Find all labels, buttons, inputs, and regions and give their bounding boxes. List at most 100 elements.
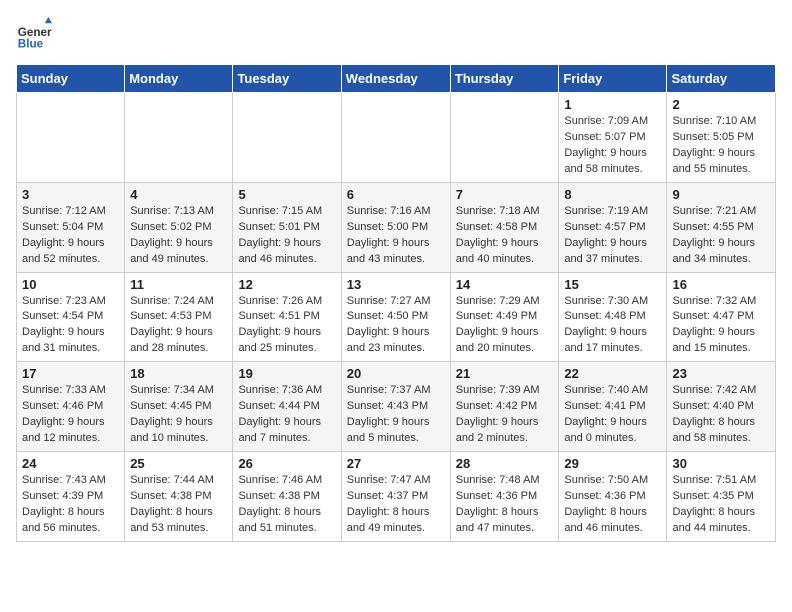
day-number: 27 [347, 456, 445, 471]
calendar-cell: 26 Sunrise: 7:46 AMSunset: 4:38 PMDayligh… [233, 452, 341, 542]
day-number: 8 [564, 187, 661, 202]
day-info: Sunrise: 7:40 AMSunset: 4:41 PMDaylight:… [564, 383, 661, 447]
calendar-header-saturday: Saturday [667, 65, 776, 93]
calendar-cell: 17 Sunrise: 7:33 AMSunset: 4:46 PMDayligh… [17, 362, 125, 452]
calendar-cell: 16 Sunrise: 7:32 AMSunset: 4:47 PMDayligh… [667, 272, 776, 362]
calendar-cell: 23 Sunrise: 7:42 AMSunset: 4:40 PMDayligh… [667, 362, 776, 452]
calendar-header-thursday: Thursday [450, 65, 559, 93]
day-info: Sunrise: 7:36 AMSunset: 4:44 PMDaylight:… [238, 383, 335, 447]
day-number: 14 [456, 277, 554, 292]
calendar-header-sunday: Sunday [17, 65, 125, 93]
calendar-header-wednesday: Wednesday [341, 65, 450, 93]
calendar-cell: 29 Sunrise: 7:50 AMSunset: 4:36 PMDayligh… [559, 452, 667, 542]
calendar-table: SundayMondayTuesdayWednesdayThursdayFrid… [16, 64, 776, 542]
calendar-week-2: 3 Sunrise: 7:12 AMSunset: 5:04 PMDaylight… [17, 182, 776, 272]
day-info: Sunrise: 7:21 AMSunset: 4:55 PMDaylight:… [672, 204, 770, 268]
day-number: 24 [22, 456, 119, 471]
calendar-week-1: 1Sunrise: 7:09 AMSunset: 5:07 PMDaylight… [17, 93, 776, 183]
calendar-cell: 7 Sunrise: 7:18 AMSunset: 4:58 PMDaylight… [450, 182, 559, 272]
day-number: 21 [456, 366, 554, 381]
calendar-week-3: 10 Sunrise: 7:23 AMSunset: 4:54 PMDayligh… [17, 272, 776, 362]
day-info: Sunrise: 7:12 AMSunset: 5:04 PMDaylight:… [22, 204, 119, 268]
calendar-cell: 20Sunrise: 7:37 AMSunset: 4:43 PMDayligh… [341, 362, 450, 452]
calendar-cell: 27 Sunrise: 7:47 AMSunset: 4:37 PMDayligh… [341, 452, 450, 542]
day-number: 25 [130, 456, 227, 471]
day-number: 9 [672, 187, 770, 202]
day-number: 18 [130, 366, 227, 381]
day-info: Sunrise: 7:46 AMSunset: 4:38 PMDaylight:… [238, 473, 335, 537]
calendar-cell: 12Sunrise: 7:26 AMSunset: 4:51 PMDayligh… [233, 272, 341, 362]
day-info: Sunrise: 7:39 AMSunset: 4:42 PMDaylight:… [456, 383, 554, 447]
day-info: Sunrise: 7:18 AMSunset: 4:58 PMDaylight:… [456, 204, 554, 268]
day-info: Sunrise: 7:51 AMSunset: 4:35 PMDaylight:… [672, 473, 770, 537]
day-number: 5 [238, 187, 335, 202]
day-number: 13 [347, 277, 445, 292]
day-number: 10 [22, 277, 119, 292]
day-info: Sunrise: 7:26 AMSunset: 4:51 PMDaylight:… [238, 294, 335, 358]
day-number: 2 [672, 97, 770, 112]
day-number: 4 [130, 187, 227, 202]
day-number: 28 [456, 456, 554, 471]
day-info: Sunrise: 7:47 AMSunset: 4:37 PMDaylight:… [347, 473, 445, 537]
calendar-header-tuesday: Tuesday [233, 65, 341, 93]
day-number: 7 [456, 187, 554, 202]
day-info: Sunrise: 7:09 AMSunset: 5:07 PMDaylight:… [564, 114, 661, 178]
day-info: Sunrise: 7:37 AMSunset: 4:43 PMDaylight:… [347, 383, 445, 447]
day-info: Sunrise: 7:50 AMSunset: 4:36 PMDaylight:… [564, 473, 661, 537]
day-info: Sunrise: 7:10 AMSunset: 5:05 PMDaylight:… [672, 114, 770, 178]
day-info: Sunrise: 7:42 AMSunset: 4:40 PMDaylight:… [672, 383, 770, 447]
day-number: 23 [672, 366, 770, 381]
day-number: 6 [347, 187, 445, 202]
calendar-cell: 25Sunrise: 7:44 AMSunset: 4:38 PMDayligh… [125, 452, 233, 542]
day-number: 16 [672, 277, 770, 292]
day-info: Sunrise: 7:48 AMSunset: 4:36 PMDaylight:… [456, 473, 554, 537]
day-info: Sunrise: 7:33 AMSunset: 4:46 PMDaylight:… [22, 383, 119, 447]
day-info: Sunrise: 7:34 AMSunset: 4:45 PMDaylight:… [130, 383, 227, 447]
calendar-cell: 30 Sunrise: 7:51 AMSunset: 4:35 PMDayligh… [667, 452, 776, 542]
calendar-cell: 8 Sunrise: 7:19 AMSunset: 4:57 PMDaylight… [559, 182, 667, 272]
day-number: 11 [130, 277, 227, 292]
calendar-cell: 13 Sunrise: 7:27 AMSunset: 4:50 PMDayligh… [341, 272, 450, 362]
day-info: Sunrise: 7:15 AMSunset: 5:01 PMDaylight:… [238, 204, 335, 268]
calendar-cell [17, 93, 125, 183]
day-info: Sunrise: 7:43 AMSunset: 4:39 PMDaylight:… [22, 473, 119, 537]
day-number: 30 [672, 456, 770, 471]
calendar-cell: 11 Sunrise: 7:24 AMSunset: 4:53 PMDayligh… [125, 272, 233, 362]
calendar-cell: 10 Sunrise: 7:23 AMSunset: 4:54 PMDayligh… [17, 272, 125, 362]
calendar-cell: 22Sunrise: 7:40 AMSunset: 4:41 PMDayligh… [559, 362, 667, 452]
day-number: 19 [238, 366, 335, 381]
calendar-header-row: SundayMondayTuesdayWednesdayThursdayFrid… [17, 65, 776, 93]
day-info: Sunrise: 7:32 AMSunset: 4:47 PMDaylight:… [672, 294, 770, 358]
day-info: Sunrise: 7:23 AMSunset: 4:54 PMDaylight:… [22, 294, 119, 358]
page-header: General Blue [16, 16, 776, 52]
svg-text:Blue: Blue [18, 38, 44, 51]
calendar-cell: 6 Sunrise: 7:16 AMSunset: 5:00 PMDaylight… [341, 182, 450, 272]
calendar-cell [125, 93, 233, 183]
calendar-cell: 5 Sunrise: 7:15 AMSunset: 5:01 PMDaylight… [233, 182, 341, 272]
day-info: Sunrise: 7:16 AMSunset: 5:00 PMDaylight:… [347, 204, 445, 268]
day-info: Sunrise: 7:19 AMSunset: 4:57 PMDaylight:… [564, 204, 661, 268]
day-number: 26 [238, 456, 335, 471]
calendar-header-monday: Monday [125, 65, 233, 93]
logo-icon: General Blue [16, 16, 52, 52]
calendar-cell: 19 Sunrise: 7:36 AMSunset: 4:44 PMDayligh… [233, 362, 341, 452]
day-number: 15 [564, 277, 661, 292]
calendar-cell: 4Sunrise: 7:13 AMSunset: 5:02 PMDaylight… [125, 182, 233, 272]
calendar-body: 1Sunrise: 7:09 AMSunset: 5:07 PMDaylight… [17, 93, 776, 542]
day-number: 17 [22, 366, 119, 381]
day-info: Sunrise: 7:24 AMSunset: 4:53 PMDaylight:… [130, 294, 227, 358]
logo: General Blue [16, 16, 52, 52]
day-info: Sunrise: 7:29 AMSunset: 4:49 PMDaylight:… [456, 294, 554, 358]
day-info: Sunrise: 7:27 AMSunset: 4:50 PMDaylight:… [347, 294, 445, 358]
calendar-week-5: 24 Sunrise: 7:43 AMSunset: 4:39 PMDayligh… [17, 452, 776, 542]
calendar-cell: 21 Sunrise: 7:39 AMSunset: 4:42 PMDayligh… [450, 362, 559, 452]
calendar-cell: 3 Sunrise: 7:12 AMSunset: 5:04 PMDaylight… [17, 182, 125, 272]
calendar-cell: 24 Sunrise: 7:43 AMSunset: 4:39 PMDayligh… [17, 452, 125, 542]
day-number: 29 [564, 456, 661, 471]
calendar-cell: 14 Sunrise: 7:29 AMSunset: 4:49 PMDayligh… [450, 272, 559, 362]
calendar-cell [341, 93, 450, 183]
calendar-week-4: 17 Sunrise: 7:33 AMSunset: 4:46 PMDayligh… [17, 362, 776, 452]
calendar-cell: 18 Sunrise: 7:34 AMSunset: 4:45 PMDayligh… [125, 362, 233, 452]
day-info: Sunrise: 7:30 AMSunset: 4:48 PMDaylight:… [564, 294, 661, 358]
day-number: 3 [22, 187, 119, 202]
